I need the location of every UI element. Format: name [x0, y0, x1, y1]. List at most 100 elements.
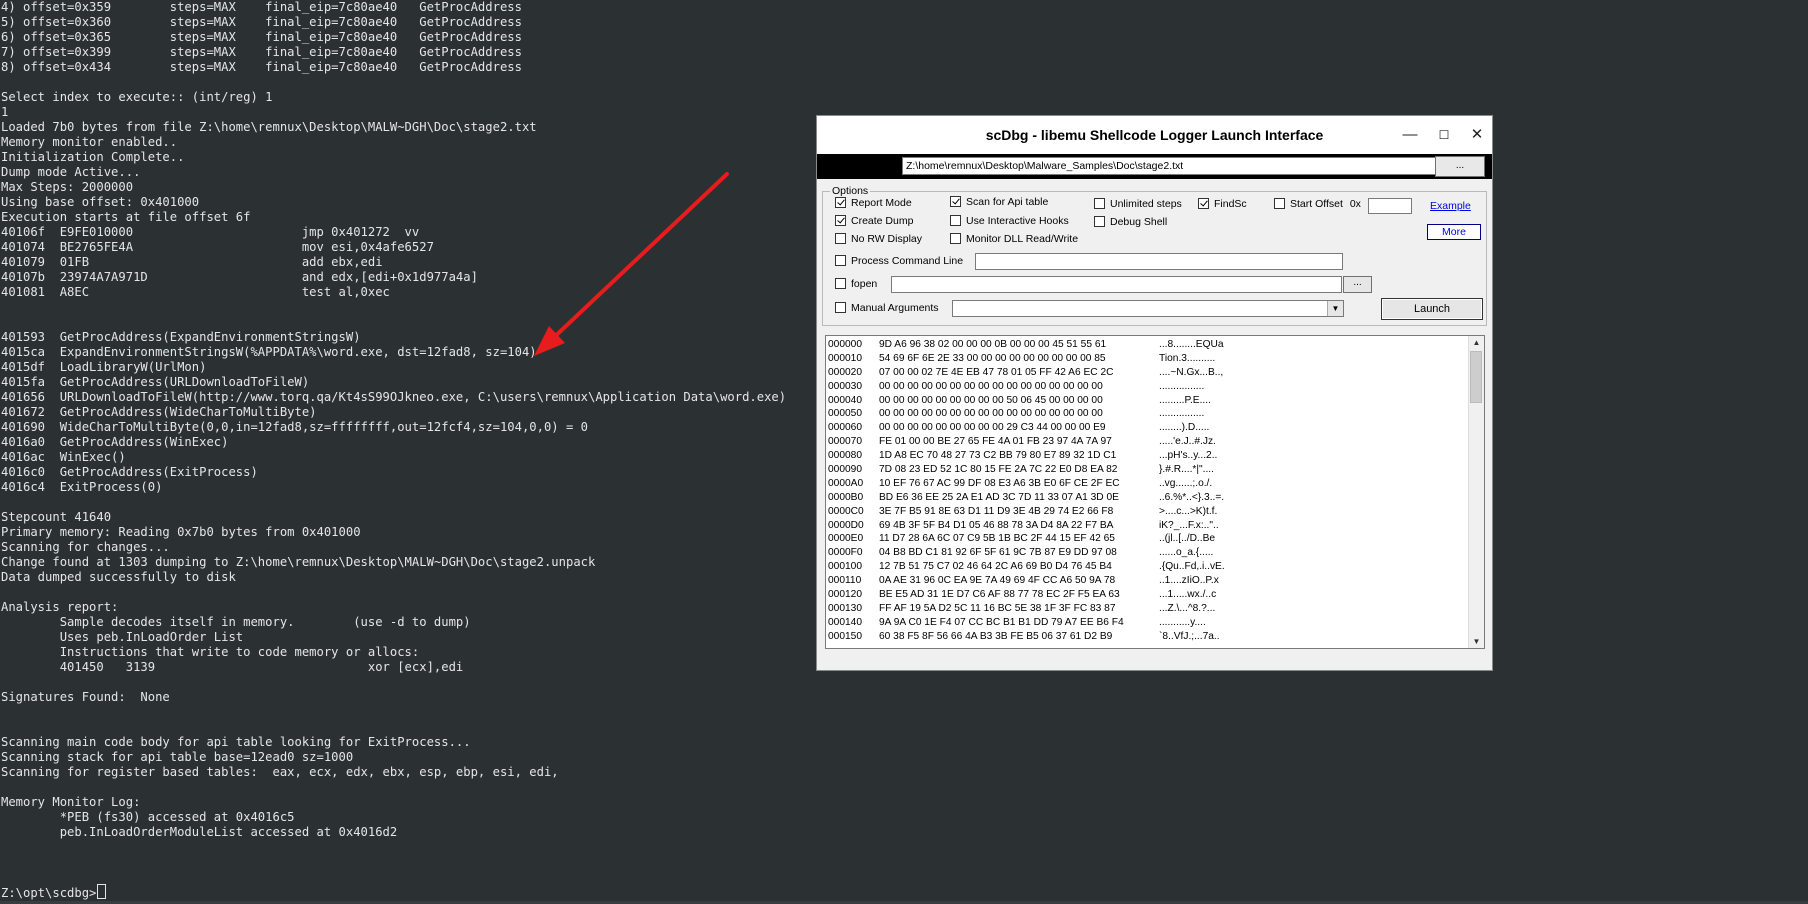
window-titlebar[interactable]: scDbg - libemu Shellcode Logger Launch I…: [817, 116, 1492, 154]
scrollbar-thumb[interactable]: [1470, 351, 1482, 403]
hex-offset: 0000F0: [828, 547, 863, 559]
dropdown-arrow-icon[interactable]: ▼: [1327, 301, 1343, 316]
hex-bytes: 04 B8 BD C1 81 92 6F 5F 61 9C 7B 87 E9 D…: [879, 547, 1117, 559]
report-mode-checkbox[interactable]: [835, 197, 846, 208]
scan-api-table-checkbox[interactable]: [950, 196, 961, 207]
terminal-line: Scanning for register based tables: eax,…: [1, 765, 559, 779]
scdbg-launch-window[interactable]: scDbg - libemu Shellcode Logger Launch I…: [816, 115, 1493, 671]
fopen-browse-button[interactable]: ...: [1343, 276, 1372, 293]
scroll-up-icon[interactable]: ▲: [1469, 336, 1484, 349]
option-unlimited-steps[interactable]: Unlimited steps: [1094, 198, 1182, 212]
fopen-checkbox[interactable]: [835, 278, 846, 289]
start-offset-checkbox[interactable]: [1274, 198, 1285, 209]
option-manual-arguments[interactable]: Manual Arguments: [835, 302, 939, 316]
start-offset-label: Start Offset: [1290, 198, 1343, 210]
start-offset-input[interactable]: [1368, 198, 1412, 214]
hex-bytes: FF AF 19 5A D2 5C 11 16 BC 5E 38 1F 3F F…: [879, 602, 1116, 614]
hex-ascii: ..vg......;.o./.: [1159, 477, 1213, 489]
hex-bytes: 12 7B 51 75 C7 02 46 64 2C A6 69 B0 D4 7…: [879, 561, 1112, 573]
option-no-rw-display[interactable]: No RW Display: [835, 233, 922, 247]
findsc-checkbox[interactable]: [1198, 198, 1209, 209]
option-debug-shell[interactable]: Debug Shell: [1094, 216, 1167, 230]
option-findsc[interactable]: FindSc: [1198, 198, 1247, 212]
monitor-dll-checkbox[interactable]: [950, 233, 961, 244]
terminal-prompt[interactable]: Z:\opt\scdbg>: [1, 884, 107, 901]
create-dump-checkbox[interactable]: [835, 215, 846, 226]
terminal-line: Data dumped successfully to disk: [1, 570, 236, 584]
hex-ascii: ...1.....wx./..c: [1159, 589, 1217, 601]
hex-offset: 000120: [828, 589, 862, 601]
hex-offset: 0000C0: [828, 505, 864, 517]
unlimited-steps-checkbox[interactable]: [1094, 198, 1105, 209]
close-button[interactable]: ✕: [1462, 122, 1492, 148]
terminal-line: Change found at 1303 dumping to Z:\home\…: [1, 555, 596, 569]
more-button[interactable]: More: [1427, 224, 1481, 240]
findsc-label: FindSc: [1214, 198, 1247, 210]
start-offset-prefix: 0x: [1349, 198, 1361, 210]
option-monitor-dll[interactable]: Monitor DLL Read/Write: [950, 233, 1078, 247]
hex-bytes: 69 4B 3F 5F B4 D1 05 46 88 78 3A D4 8A 2…: [879, 519, 1114, 531]
hex-ascii: >....c...>K)t.f.: [1159, 505, 1218, 517]
terminal-line: Memory monitor enabled..: [1, 135, 178, 149]
option-fopen[interactable]: fopen: [835, 278, 877, 292]
manual-arguments-checkbox[interactable]: [835, 302, 846, 313]
terminal-line: 1: [1, 105, 9, 119]
terminal-line: 7) offset=0x399 steps=MAX final_eip=7c80…: [1, 45, 522, 59]
maximize-button[interactable]: ☐: [1429, 122, 1459, 148]
terminal-line: Stepcount 41640: [1, 510, 112, 524]
fopen-path-input[interactable]: [891, 276, 1342, 293]
hex-dump-view[interactable]: 000000 9D A6 96 38 02 00 00 00 0B 00 00 0…: [825, 335, 1485, 649]
terminal-line: 401081 A8EC test al,0xec: [1, 285, 390, 299]
terminal-line: 4016c4 ExitProcess(0): [1, 480, 163, 494]
hex-bytes: 3E 7F B5 91 8E 63 D1 11 D9 3E 4B 29 74 E…: [879, 505, 1114, 517]
terminal-line: 401074 BE2765FE4A mov esi,0x4afe6527: [1, 240, 434, 254]
scroll-down-icon[interactable]: ▼: [1469, 635, 1484, 648]
option-create-dump[interactable]: Create Dump: [835, 215, 913, 229]
minimize-button[interactable]: —: [1395, 122, 1425, 148]
terminal-line: 401079 01FB add ebx,edi: [1, 255, 383, 269]
hex-bytes: 00 00 00 00 00 00 00 00 00 00 00 00 00 0…: [879, 380, 1103, 392]
terminal-line: Dump mode Active...: [1, 165, 141, 179]
hex-bytes: 60 38 F5 8F 56 66 4A B3 3B FE B5 06 37 6…: [879, 630, 1113, 642]
hex-bytes: 00 00 00 00 00 00 00 00 00 00 00 00 00 0…: [879, 408, 1103, 420]
hex-bytes: 07 00 00 02 7E 4E EB 47 78 01 05 FF 42 A…: [879, 366, 1114, 378]
debug-shell-checkbox[interactable]: [1094, 216, 1105, 227]
no-rw-display-checkbox[interactable]: [835, 233, 846, 244]
process-cmdline-label: Process Command Line: [851, 255, 964, 267]
vertical-scrollbar[interactable]: ▲ ▼: [1468, 336, 1484, 648]
process-cmdline-checkbox[interactable]: [835, 255, 846, 266]
launch-button[interactable]: Launch: [1381, 298, 1483, 320]
hex-ascii: ...8........EQUa: [1159, 339, 1224, 350]
option-scan-api-table[interactable]: Scan for Api table: [950, 196, 1048, 210]
option-report-mode[interactable]: Report Mode: [835, 197, 912, 211]
option-process-cmdline[interactable]: Process Command Line: [835, 255, 963, 269]
terminal-line: Analysis report:: [1, 600, 119, 614]
shellcode-path-input[interactable]: Z:\home\remnux\Desktop\Malware_Samples\D…: [902, 157, 1438, 175]
interactive-hooks-label: Use Interactive Hooks: [966, 215, 1069, 227]
hex-offset: 000050: [828, 408, 862, 420]
option-interactive-hooks[interactable]: Use Interactive Hooks: [950, 215, 1069, 229]
hex-bytes: FE 01 00 00 BE 27 65 FE 4A 01 FB 23 97 4…: [879, 436, 1112, 448]
debug-shell-label: Debug Shell: [1110, 216, 1168, 228]
terminal-line: 4015ca ExpandEnvironmentStringsW(%APPDAT…: [1, 345, 537, 359]
terminal-line: 401450 3139 xor [ecx],edi: [1, 660, 464, 674]
hex-offset: 000070: [828, 436, 862, 448]
hex-ascii: iK?_...F.x:.."..: [1159, 519, 1219, 531]
option-start-offset[interactable]: Start Offset 0x: [1274, 198, 1361, 212]
terminal-line: 401672 GetProcAddress(WideCharToMultiByt…: [1, 405, 317, 419]
manual-arguments-dropdown[interactable]: ▼: [952, 300, 1344, 317]
process-cmdline-input[interactable]: [975, 253, 1343, 270]
hex-offset: 000080: [828, 450, 862, 462]
example-link[interactable]: Example: [1430, 200, 1471, 212]
terminal-line: 8) offset=0x434 steps=MAX final_eip=7c80…: [1, 60, 522, 74]
interactive-hooks-checkbox[interactable]: [950, 215, 961, 226]
hex-offset: 000110: [828, 575, 862, 587]
hex-ascii: Tion.3..........: [1159, 352, 1216, 364]
options-group-label: Options: [830, 185, 871, 197]
hex-bytes: BD E6 36 EE 25 2A E1 AD 3C 7D 11 33 07 A…: [879, 491, 1119, 503]
browse-file-button[interactable]: ...: [1435, 156, 1485, 177]
hex-ascii: ..1....zIiO..P.x: [1159, 575, 1219, 587]
scan-api-table-label: Scan for Api table: [966, 196, 1049, 208]
hex-bytes: 7D 08 23 ED 52 1C 80 15 FE 2A 7C 22 E0 D…: [879, 464, 1118, 476]
hex-ascii: ........).D.....: [1159, 422, 1210, 434]
